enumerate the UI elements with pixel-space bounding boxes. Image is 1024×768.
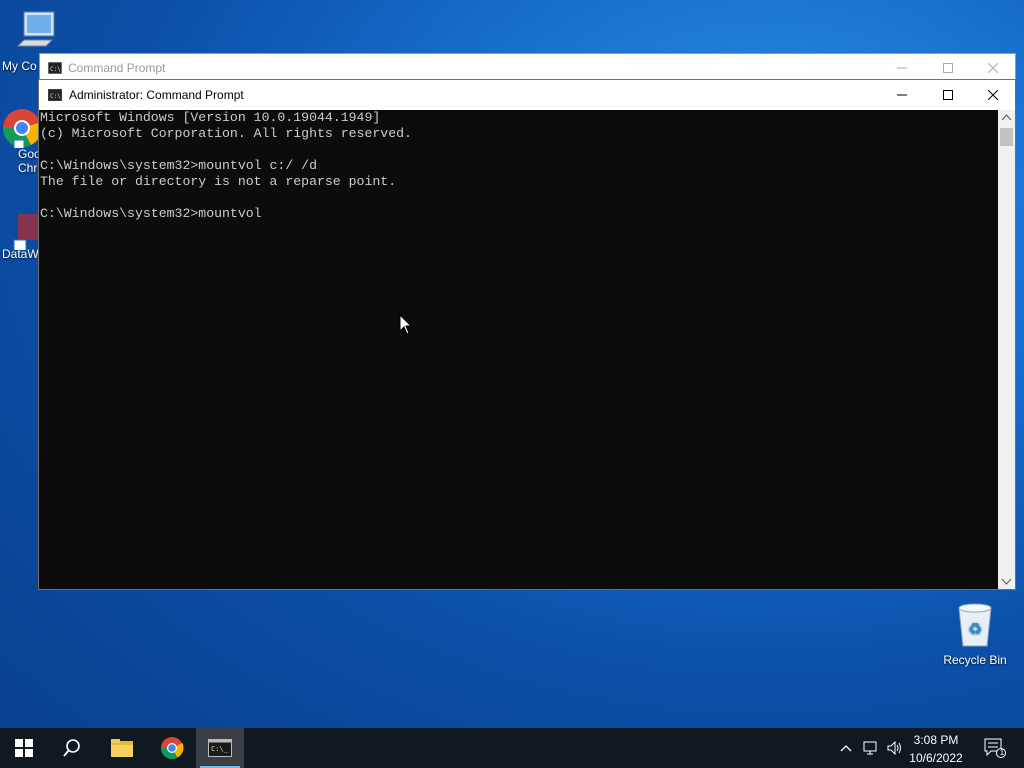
command-prompt-icon: C:\_ bbox=[208, 739, 232, 757]
show-hidden-icons-button[interactable] bbox=[836, 728, 856, 768]
desktop-icon-recycle-bin[interactable]: ♻ Recycle Bin bbox=[937, 602, 1013, 667]
scrollbar-thumb[interactable] bbox=[1000, 128, 1013, 146]
network-button[interactable] bbox=[860, 728, 882, 768]
desktop-icon-label: Goo Chr bbox=[18, 147, 41, 175]
mouse-cursor-icon bbox=[399, 314, 413, 335]
desktop-icon-label: DataW bbox=[2, 247, 39, 261]
notification-count-badge: 1 bbox=[999, 748, 1005, 757]
svg-text:C:\: C:\ bbox=[50, 66, 61, 73]
maximize-button[interactable] bbox=[925, 54, 971, 82]
desktop-icon-datawrapper[interactable]: DataW bbox=[0, 210, 40, 261]
start-button[interactable] bbox=[0, 728, 48, 768]
minimize-button[interactable] bbox=[879, 54, 925, 82]
minimize-icon bbox=[897, 67, 907, 69]
computer-icon bbox=[16, 11, 55, 47]
search-button[interactable] bbox=[48, 728, 96, 768]
desktop-icon-label: Recycle Bin bbox=[943, 653, 1007, 667]
close-button[interactable] bbox=[970, 54, 1016, 82]
scroll-up-icon[interactable] bbox=[998, 110, 1015, 126]
close-icon bbox=[988, 63, 998, 73]
minimize-button[interactable] bbox=[879, 80, 925, 110]
clock-time: 3:08 PM bbox=[913, 733, 959, 747]
maximize-button[interactable] bbox=[925, 80, 971, 110]
background-command-prompt-window[interactable]: C:\ Command Prompt bbox=[39, 53, 1016, 81]
file-explorer-icon bbox=[111, 739, 133, 757]
admin-command-prompt-window[interactable]: C:\ Administrator: Command Prompt Micros… bbox=[38, 79, 1016, 590]
chevron-up-icon bbox=[840, 745, 852, 752]
volume-icon bbox=[887, 741, 901, 755]
datawrapper-icon bbox=[13, 214, 38, 253]
clock-date: 10/6/2022 bbox=[909, 751, 963, 765]
volume-button[interactable] bbox=[884, 728, 906, 768]
svg-text:C:\_: C:\_ bbox=[211, 745, 229, 753]
taskbar: C:\_ 3:08 PM 10/6/2022 1 bbox=[0, 728, 1024, 768]
search-icon bbox=[63, 739, 80, 757]
start-icon bbox=[15, 739, 33, 757]
notification-center-button[interactable]: 1 bbox=[980, 728, 1010, 768]
close-icon bbox=[988, 90, 998, 100]
desktop-icon-google-chrome[interactable]: Goo Chr bbox=[0, 108, 42, 175]
maximize-icon bbox=[943, 63, 953, 73]
chrome-icon bbox=[2, 109, 42, 151]
clock[interactable]: 3:08 PM 10/6/2022 bbox=[904, 732, 968, 766]
svg-text:♻: ♻ bbox=[968, 619, 982, 638]
taskbar-file-explorer[interactable] bbox=[98, 728, 146, 768]
window-title: Administrator: Command Prompt bbox=[69, 88, 244, 102]
window-title: Command Prompt bbox=[68, 61, 166, 75]
svg-text:C:\: C:\ bbox=[50, 93, 61, 100]
network-icon bbox=[863, 741, 877, 755]
taskbar-command-prompt[interactable]: C:\_ bbox=[196, 728, 244, 768]
title-bar[interactable]: C:\ Administrator: Command Prompt bbox=[39, 80, 1015, 110]
minimize-icon bbox=[897, 94, 907, 96]
recycle-bin-icon: ♻ bbox=[958, 603, 992, 647]
taskbar-chrome[interactable] bbox=[148, 728, 196, 768]
close-button[interactable] bbox=[970, 80, 1016, 110]
console-output[interactable]: Microsoft Windows [Version 10.0.19044.19… bbox=[39, 110, 999, 589]
scroll-down-icon[interactable] bbox=[998, 573, 1015, 589]
vertical-scrollbar[interactable] bbox=[998, 110, 1015, 589]
maximize-icon bbox=[943, 90, 953, 100]
command-prompt-icon: C:\ bbox=[48, 62, 62, 74]
chrome-icon bbox=[161, 737, 184, 759]
command-prompt-icon: C:\ bbox=[48, 89, 62, 101]
